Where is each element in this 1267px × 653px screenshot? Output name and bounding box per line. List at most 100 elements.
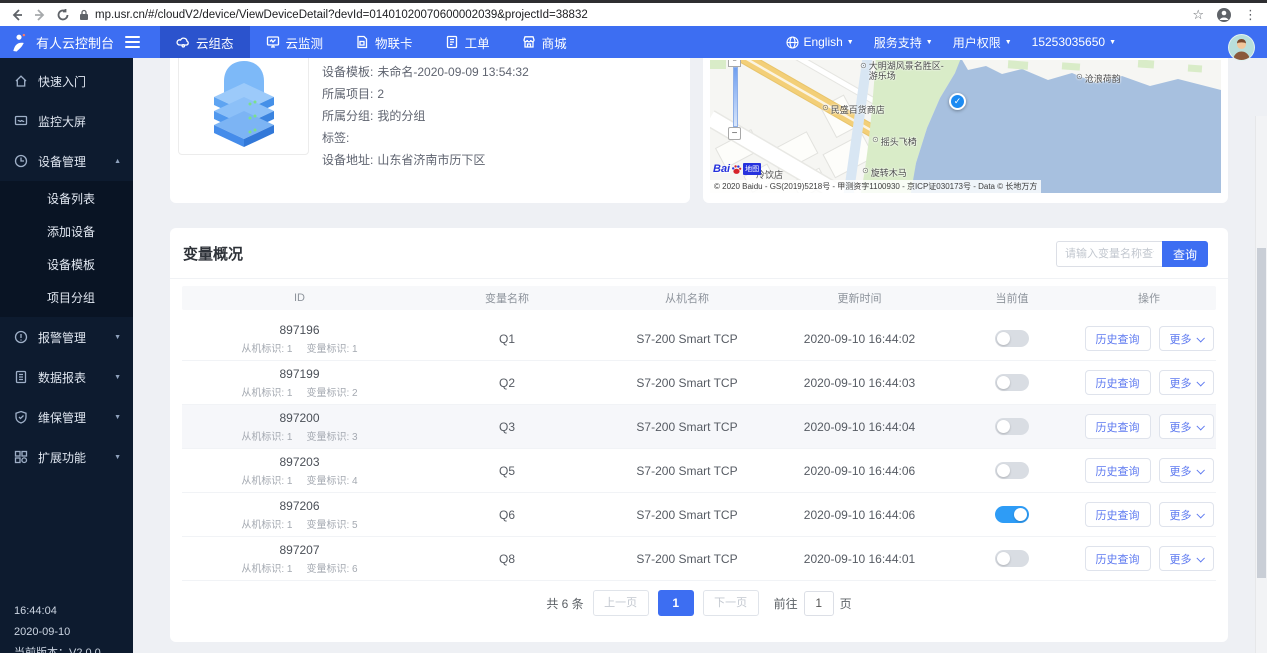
more-button[interactable]: 更多	[1159, 370, 1214, 395]
main-content: 设备模板:未命名-2020-09-09 13:54:32 所属项目:2 所属分组…	[133, 58, 1267, 653]
browser-profile-icon[interactable]	[1216, 7, 1232, 23]
scrollbar-thumb[interactable]	[1257, 248, 1266, 578]
var-tag: 变量标识: 5	[307, 516, 358, 531]
variable-name: Q2	[417, 376, 597, 390]
value-toggle[interactable]	[995, 550, 1029, 567]
browser-menu-icon[interactable]: ⋮	[1244, 7, 1257, 23]
work-order-icon	[445, 35, 459, 49]
history-query-button[interactable]: 历史查询	[1085, 458, 1151, 483]
baidu-map-tag: 地图	[743, 163, 761, 175]
table-row: 897196 从机标识: 1变量标识: 1 Q1 S7-200 Smart TC…	[182, 317, 1216, 361]
tab-work-order[interactable]: 工单	[429, 26, 506, 58]
update-time: 2020-09-10 16:44:01	[777, 552, 942, 566]
goto-page-input[interactable]	[804, 591, 834, 616]
variable-id: 897196	[182, 323, 417, 337]
more-button[interactable]: 更多	[1159, 414, 1214, 439]
bookmark-star-icon[interactable]: ☆	[1192, 7, 1204, 23]
history-query-button[interactable]: 历史查询	[1085, 546, 1151, 571]
baidu-logo: Bai 地图	[713, 163, 761, 175]
language-selector[interactable]: English ▼	[786, 35, 853, 49]
more-button[interactable]: 更多	[1159, 326, 1214, 351]
zoom-slider-handle[interactable]: −	[728, 60, 741, 67]
sidebar-item-data-report[interactable]: 数据报表 ▼	[0, 357, 133, 397]
chevron-down-icon: ▼	[847, 39, 854, 46]
prev-page-button[interactable]: 上一页	[593, 590, 649, 616]
address-bar[interactable]: mp.usr.cn/#/cloudV2/device/ViewDeviceDet…	[79, 9, 1183, 21]
value-toggle[interactable]	[995, 506, 1029, 523]
gauge-icon	[14, 154, 28, 168]
slave-name: S7-200 Smart TCP	[597, 464, 777, 478]
history-query-button[interactable]: 历史查询	[1085, 414, 1151, 439]
brand[interactable]: 有人云控制台	[0, 33, 150, 52]
value-toggle[interactable]	[995, 374, 1029, 391]
more-button[interactable]: 更多	[1159, 546, 1214, 571]
divider	[170, 278, 1228, 279]
tab-cloud-scada[interactable]: 云组态	[160, 26, 250, 58]
sidebar-item-device-management[interactable]: 设备管理 ▲	[0, 141, 133, 181]
sidebar-item-device-list[interactable]: 设备列表	[0, 183, 133, 216]
more-button[interactable]: 更多	[1159, 502, 1214, 527]
back-icon[interactable]	[10, 8, 24, 22]
baidu-map[interactable]: ⊙大明湖风景名胜区-游乐场 ⊙沧浪荷韵 ⊙民盛百货商店 ⊙摇头飞椅 ⊙旋转木马 …	[710, 60, 1221, 193]
support-menu[interactable]: 服务支持 ▼	[874, 34, 933, 51]
value-toggle[interactable]	[995, 462, 1029, 479]
forward-icon[interactable]	[33, 8, 47, 22]
value-toggle[interactable]	[995, 330, 1029, 347]
device-info-card: 设备模板:未命名-2020-09-09 13:54:32 所属项目:2 所属分组…	[170, 58, 690, 203]
tab-label: 云组态	[196, 33, 234, 52]
sidebar-item-extensions[interactable]: 扩展功能 ▼	[0, 437, 133, 477]
url-text: mp.usr.cn/#/cloudV2/device/ViewDeviceDet…	[95, 9, 588, 21]
more-label: 更多	[1170, 331, 1192, 347]
variable-name: Q5	[417, 464, 597, 478]
variable-id: 897206	[182, 499, 417, 513]
sidebar-item-project-group[interactable]: 项目分组	[0, 282, 133, 315]
language-label: English	[803, 35, 842, 49]
current-page-button[interactable]: 1	[658, 590, 694, 616]
shield-icon	[14, 410, 28, 424]
permission-menu[interactable]: 用户权限 ▼	[953, 34, 1012, 51]
total-count: 共 6 条	[546, 595, 583, 612]
value-toggle[interactable]	[995, 418, 1029, 435]
search-button[interactable]: 查询	[1162, 241, 1208, 267]
brand-name: 有人云控制台	[36, 33, 114, 52]
menu-collapse-icon[interactable]	[125, 33, 140, 51]
history-query-button[interactable]: 历史查询	[1085, 326, 1151, 351]
slave-tag: 从机标识: 1	[241, 428, 292, 443]
zoom-out-button[interactable]: −	[728, 127, 741, 140]
sidebar-item-maintenance[interactable]: 维保管理 ▼	[0, 397, 133, 437]
device-location-marker[interactable]: ✓	[949, 93, 966, 110]
next-page-button[interactable]: 下一页	[703, 590, 759, 616]
sidebar-item-label: 扩展功能	[38, 449, 86, 466]
col-id: ID	[182, 292, 417, 304]
history-query-button[interactable]: 历史查询	[1085, 370, 1151, 395]
variable-id: 897207	[182, 543, 417, 557]
device-field-tag: 标签:	[322, 129, 529, 151]
history-query-button[interactable]: 历史查询	[1085, 502, 1151, 527]
device-map-card: ⊙大明湖风景名胜区-游乐场 ⊙沧浪荷韵 ⊙民盛百货商店 ⊙摇头飞椅 ⊙旋转木马 …	[703, 58, 1228, 203]
map-poi-label: ⊙旋转木马	[862, 166, 907, 179]
store-icon	[522, 35, 536, 49]
sidebar-item-quick-start[interactable]: 快速入门	[0, 61, 133, 101]
tab-iot-card[interactable]: 物联卡	[339, 26, 429, 58]
monitor-icon	[266, 35, 280, 49]
sidebar-item-monitor-screen[interactable]: 监控大屏	[0, 101, 133, 141]
pagination: 共 6 条 上一页 1 下一页 前往 页	[170, 590, 1228, 616]
reload-icon[interactable]	[56, 8, 70, 22]
map-zoom-control: − −	[728, 60, 742, 140]
sidebar-item-add-device[interactable]: 添加设备	[0, 216, 133, 249]
tab-label: 云监测	[286, 33, 324, 52]
page-scrollbar[interactable]	[1255, 116, 1267, 653]
table-row: 897206 从机标识: 1变量标识: 5 Q6 S7-200 Smart TC…	[182, 493, 1216, 537]
more-button[interactable]: 更多	[1159, 458, 1214, 483]
variable-search-input[interactable]	[1056, 241, 1162, 267]
user-avatar[interactable]	[1228, 34, 1255, 61]
device-field-group: 所属分组:我的分组	[322, 107, 529, 129]
tab-cloud-monitor[interactable]: 云监测	[250, 26, 340, 58]
table-row: 897203 从机标识: 1变量标识: 4 Q5 S7-200 Smart TC…	[182, 449, 1216, 493]
sidebar-item-device-template[interactable]: 设备模板	[0, 249, 133, 282]
tab-mall[interactable]: 商城	[506, 26, 583, 58]
chevron-down-icon	[1196, 334, 1204, 342]
sidebar-item-alarm-management[interactable]: 报警管理 ▼	[0, 317, 133, 357]
zoom-slider-track[interactable]	[733, 67, 738, 127]
account-menu[interactable]: 15253035650 ▼	[1032, 35, 1116, 49]
